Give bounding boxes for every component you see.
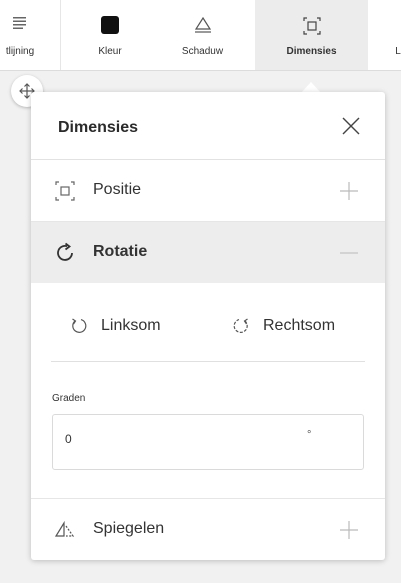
tool-label-dimensies: Dimensies (286, 46, 337, 57)
graden-label: Graden (52, 393, 86, 404)
close-icon (342, 117, 360, 135)
tool-label-schaduw: Schaduw (181, 46, 224, 57)
section-positie-label: Positie (93, 181, 142, 198)
divider (51, 361, 365, 362)
collapse-minus-icon (340, 252, 358, 254)
rotate-left-label: Linksom (101, 317, 161, 334)
dimensions-panel: Dimensies Positie Rotatie Linksom Rechts… (31, 92, 385, 560)
expand-plus-icon (340, 182, 358, 200)
tool-label-alignment: tlijning (5, 46, 35, 57)
toolbar-divider (60, 0, 61, 70)
expand-plus-icon (340, 521, 358, 539)
panel-title: Dimensies (58, 119, 139, 136)
rotate-icon (57, 242, 73, 261)
mirror-icon (54, 520, 75, 537)
tool-label-more: L (395, 46, 401, 57)
rotate-clockwise-icon (233, 318, 248, 333)
graden-field: ° (52, 414, 364, 470)
section-spiegelen[interactable]: Spiegelen (31, 498, 385, 561)
section-rotatie[interactable]: Rotatie (31, 222, 385, 283)
position-icon (55, 181, 75, 201)
degree-unit: ° (307, 429, 312, 441)
close-button[interactable] (341, 116, 361, 136)
tool-more[interactable]: L (388, 0, 401, 70)
rotate-counterclockwise-icon (72, 318, 87, 333)
section-spiegelen-label: Spiegelen (93, 520, 165, 537)
color-swatch-icon (101, 16, 119, 34)
tool-label-kleur: Kleur (98, 46, 122, 57)
tool-dimensies[interactable]: Dimensies (255, 0, 368, 70)
rotate-right-label: Rechtsom (263, 317, 336, 334)
rotate-left-button[interactable]: Linksom (69, 314, 161, 338)
tool-kleur[interactable]: Kleur (75, 0, 145, 70)
section-positie[interactable]: Positie (31, 160, 385, 222)
section-rotatie-label: Rotatie (93, 243, 148, 260)
tool-alignment[interactable]: tlijning (0, 0, 55, 70)
tool-schaduw[interactable]: Schaduw (165, 0, 240, 70)
toolbar: tlijning Kleur Schaduw Dimensies L (0, 0, 401, 71)
rotate-right-button[interactable]: Rechtsom (231, 314, 335, 338)
panel-header: Dimensies (31, 92, 385, 160)
dimensions-icon (302, 17, 321, 35)
graden-input[interactable] (65, 432, 245, 446)
shadow-icon (194, 16, 211, 33)
align-icon (13, 17, 26, 29)
